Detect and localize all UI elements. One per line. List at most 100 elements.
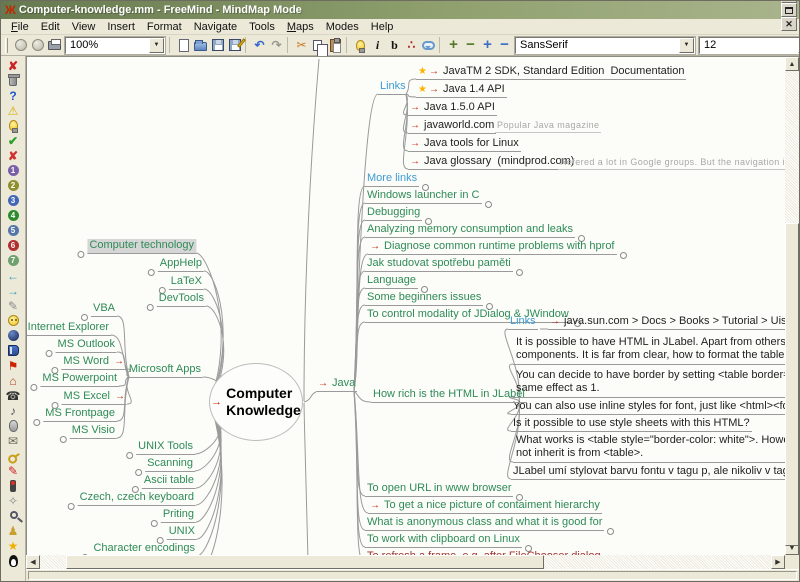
node-scanning[interactable]: Scanning: [145, 457, 195, 472]
menu-help[interactable]: Help: [365, 20, 400, 34]
node-microsoft-apps[interactable]: Microsoft Apps: [127, 363, 203, 378]
node-czech-keyboard[interactable]: Czech, czech keyboard: [78, 491, 196, 506]
node-ms-outlook[interactable]: MS Outlook: [56, 338, 117, 353]
node-java-tools-linux[interactable]: →Java tools for Linux: [408, 137, 521, 152]
next-map-button[interactable]: [29, 36, 46, 54]
node-vba[interactable]: VBA: [91, 302, 117, 317]
node-html-inline-styles[interactable]: You can also use inline styles for font,…: [511, 400, 785, 415]
node-jak-studovat[interactable]: Jak studovat spotřebu paměti: [365, 257, 513, 272]
smiley-icon[interactable]: [1, 313, 25, 328]
print-button[interactable]: [46, 36, 63, 54]
home-icon[interactable]: ⌂: [1, 373, 25, 388]
node-java-14-api[interactable]: ★→Java 1.4 API: [416, 83, 507, 98]
node-unix-tools[interactable]: UNIX Tools: [136, 440, 195, 455]
new-map-button[interactable]: [175, 36, 192, 54]
node-language[interactable]: Language: [365, 274, 418, 289]
save-map-button[interactable]: [209, 36, 226, 54]
save-as-button[interactable]: [226, 36, 243, 54]
menu-format[interactable]: Format: [141, 20, 188, 34]
flag-icon[interactable]: ⚑: [1, 358, 25, 373]
node-character-encodings[interactable]: Character encodings: [91, 542, 197, 555]
fold-handle[interactable]: [485, 201, 492, 208]
node-jlabel-czech[interactable]: JLabel umí stylovat barvu fontu v tagu p…: [511, 465, 785, 480]
toolbar-grip[interactable]: [5, 38, 8, 53]
node-containment[interactable]: →To get a nice picture of contaiment hie…: [368, 499, 602, 514]
scroll-right-button[interactable]: ▶: [771, 555, 785, 569]
node-ms-powerpoint[interactable]: MS Powerpoint: [40, 372, 119, 387]
node-latex[interactable]: LaTeX: [169, 275, 204, 290]
fold-handle[interactable]: [81, 314, 88, 321]
cloud-button[interactable]: [420, 36, 437, 54]
priority-1-icon[interactable]: 1: [1, 163, 25, 178]
node-html-stylesheets[interactable]: Is it possible to use style sheets with …: [511, 417, 752, 432]
node-unix[interactable]: UNIX: [167, 525, 197, 540]
telephone-icon[interactable]: ☎: [1, 388, 25, 403]
fold-handle[interactable]: [620, 252, 627, 259]
link-button[interactable]: ∴: [403, 36, 420, 54]
open-map-button[interactable]: [192, 36, 209, 54]
remove-icon[interactable]: ✘: [1, 58, 25, 73]
node-how-rich-html[interactable]: How rich is the HTML in JLabel: [371, 388, 527, 403]
node-links[interactable]: Links: [378, 80, 408, 95]
cut-button[interactable]: ✂: [293, 36, 310, 54]
fold-handle[interactable]: [77, 251, 84, 258]
horizontal-scroll-thumb[interactable]: [66, 555, 544, 569]
fold-handle[interactable]: [30, 384, 37, 391]
node-html-possible[interactable]: It is possible to have HTML in JLabel. A…: [513, 335, 785, 365]
decrease-font-button[interactable]: −: [462, 36, 479, 54]
stoplight-icon[interactable]: [1, 478, 25, 493]
node-links-2[interactable]: Links: [508, 315, 538, 330]
node-java-glossary[interactable]: →Java glossary (mindprod.com): [408, 155, 576, 170]
idea-icon[interactable]: [1, 118, 25, 133]
title-bar[interactable]: Ж Computer-knowledge.mm - FreeMind - Min…: [1, 1, 799, 19]
fold-handle[interactable]: [607, 528, 614, 535]
node-analyzing-memory[interactable]: Analyzing memory consumption and leaks: [365, 223, 575, 238]
trash-icon[interactable]: [1, 73, 25, 88]
increase-font-button[interactable]: +: [445, 36, 462, 54]
fold-handle[interactable]: [126, 452, 133, 459]
priority-5-icon[interactable]: 5: [1, 223, 25, 238]
node-open-url[interactable]: To open URL in www browser: [365, 482, 513, 497]
bookmark-icon[interactable]: [1, 328, 25, 343]
node-more-links[interactable]: More links: [365, 172, 419, 187]
node-java[interactable]: →Java: [316, 377, 357, 392]
star-icon[interactable]: ★: [1, 538, 25, 553]
scroll-up-button[interactable]: ▲: [785, 57, 799, 71]
previous-map-button[interactable]: [12, 36, 29, 54]
book-icon[interactable]: [1, 343, 25, 358]
pencil-icon[interactable]: ✎: [1, 463, 25, 478]
node-ms-internet-explorer[interactable]: MS Internet Explorer: [26, 321, 111, 336]
paste-button[interactable]: [327, 36, 344, 54]
menu-tools[interactable]: Tools: [243, 20, 281, 34]
node-diagnose-hprof[interactable]: →Diagnose common runtime problems with h…: [368, 240, 617, 255]
fold-handle[interactable]: [33, 419, 40, 426]
mindmap-canvas[interactable]: → ComputerKnowledge →JavaLinks★→JavaTM 2…: [26, 56, 785, 555]
node-devtools[interactable]: DevTools: [157, 292, 206, 307]
node-computer-technology[interactable]: Computer technology: [87, 239, 196, 254]
node-javaworld[interactable]: →javaworld.com: [408, 119, 496, 134]
priority-6-icon[interactable]: 6: [1, 238, 25, 253]
node-windows-launcher[interactable]: Windows launcher in C: [365, 189, 482, 204]
help-icon[interactable]: ?: [1, 88, 25, 103]
scroll-left-button[interactable]: ◀: [26, 555, 40, 569]
priority-4-icon[interactable]: 4: [1, 208, 25, 223]
menu-insert[interactable]: Insert: [101, 20, 141, 34]
penguin-icon[interactable]: [1, 553, 25, 568]
priority-2-icon[interactable]: 2: [1, 178, 25, 193]
menu-view[interactable]: View: [66, 20, 102, 34]
warning-icon[interactable]: ⚠: [1, 103, 25, 118]
mail-icon[interactable]: ✉: [1, 433, 25, 448]
priority-3-icon[interactable]: 3: [1, 193, 25, 208]
node-clipboard-linux[interactable]: To work with clipboard on Linux: [365, 533, 522, 548]
node-ms-visio[interactable]: MS Visio: [70, 424, 117, 439]
forward-icon[interactable]: →: [1, 283, 25, 298]
zoom-out-button[interactable]: −: [496, 36, 513, 54]
key-icon[interactable]: [1, 448, 25, 463]
wizard-icon[interactable]: ✧: [1, 493, 25, 508]
fold-handle[interactable]: [148, 269, 155, 276]
zoom-select-dropdown-icon[interactable]: ▼: [149, 38, 164, 53]
font-family-select-dropdown-icon[interactable]: ▼: [679, 38, 694, 53]
menu-edit[interactable]: Edit: [35, 20, 66, 34]
pawn-icon[interactable]: ♟: [1, 523, 25, 538]
node-ms-excel[interactable]: MS Excel→: [62, 390, 127, 405]
